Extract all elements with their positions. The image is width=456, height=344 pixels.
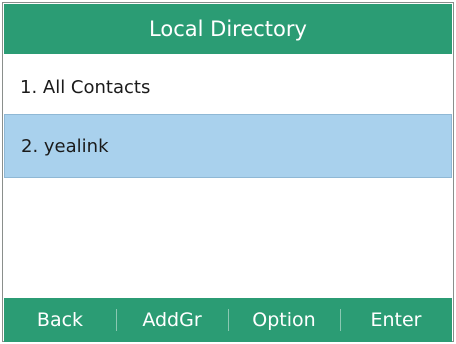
option-button-label: Option — [252, 309, 316, 331]
phone-screen: Local Directory 1. All Contacts 2. yeali… — [0, 0, 456, 344]
list-item-label: 1. All Contacts — [20, 76, 151, 98]
add-group-button[interactable]: AddGr — [116, 298, 228, 342]
back-button[interactable]: Back — [4, 298, 116, 342]
list-item-all-contacts[interactable]: 1. All Contacts — [4, 55, 452, 119]
title-bar: Local Directory — [4, 4, 452, 54]
back-button-label: Back — [36, 309, 84, 331]
softkey-bar: Back AddGr Option Enter — [4, 298, 452, 342]
list-item-yealink[interactable]: 2. yealink — [4, 114, 452, 178]
page-title: Local Directory — [149, 17, 307, 41]
option-button[interactable]: Option — [228, 298, 340, 342]
add-group-button-label: AddGr — [142, 309, 202, 331]
enter-button-label: Enter — [370, 309, 422, 331]
directory-list: 1. All Contacts 2. yealink — [4, 54, 452, 298]
list-item-label: 2. yealink — [21, 135, 109, 157]
enter-button[interactable]: Enter — [340, 298, 452, 342]
